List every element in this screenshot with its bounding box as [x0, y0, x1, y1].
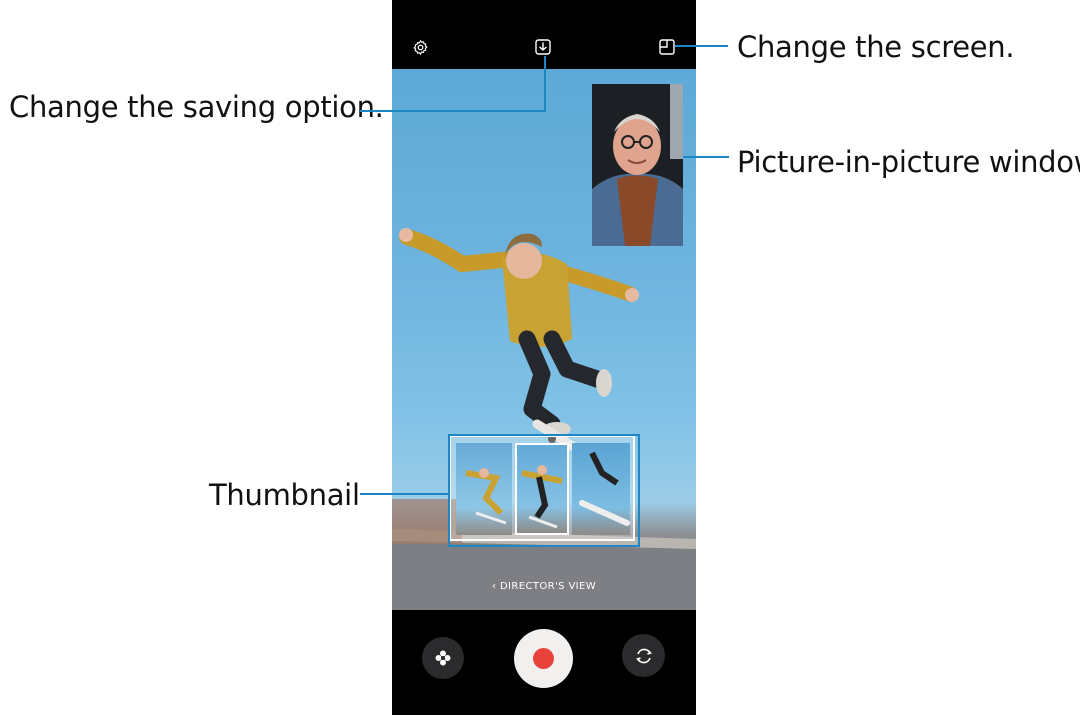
filter-icon: [435, 650, 451, 666]
callout-pip-window: Picture-in-picture window: [737, 145, 1080, 179]
directors-view-label[interactable]: ‹ DIRECTOR'S VIEW: [392, 581, 696, 592]
download-icon[interactable]: [535, 39, 551, 55]
thumbnail-1[interactable]: [456, 443, 512, 535]
switch-camera-icon: [635, 648, 652, 663]
thumbnail-box-top: [448, 434, 640, 436]
mode-label: DIRECTOR'S VIEW: [499, 581, 597, 592]
callout-change-screen: Change the screen.: [737, 30, 1015, 64]
pip-window[interactable]: [592, 84, 683, 246]
gear-icon[interactable]: [412, 39, 429, 56]
saving-option-leader-v: [544, 56, 546, 112]
thumbnail-leader: [360, 493, 450, 495]
thumbnail-strip: [449, 435, 635, 541]
thumbnail-3[interactable]: [572, 443, 630, 535]
thumbnail-box-bottom: [448, 545, 640, 547]
callout-thumbnail: Thumbnail: [209, 478, 360, 512]
chevron-left-icon: ‹: [491, 581, 500, 592]
pip-leader: [683, 156, 729, 158]
effects-button[interactable]: [422, 637, 464, 679]
switch-camera-button[interactable]: [622, 634, 665, 677]
change-screen-leader: [675, 45, 728, 47]
thumbnail-2[interactable]: [515, 443, 569, 535]
thumbnail-box-right: [638, 434, 640, 547]
callout-saving-option: Change the saving option.: [9, 90, 384, 124]
pip-face-image: [592, 84, 683, 246]
layout-icon[interactable]: [659, 39, 675, 55]
saving-option-leader-h: [360, 110, 546, 112]
record-icon: [533, 648, 554, 669]
record-button[interactable]: [514, 629, 573, 688]
viewfinder: ‹ DIRECTOR'S VIEW: [392, 69, 696, 610]
thumbnail-box-left: [448, 434, 450, 547]
